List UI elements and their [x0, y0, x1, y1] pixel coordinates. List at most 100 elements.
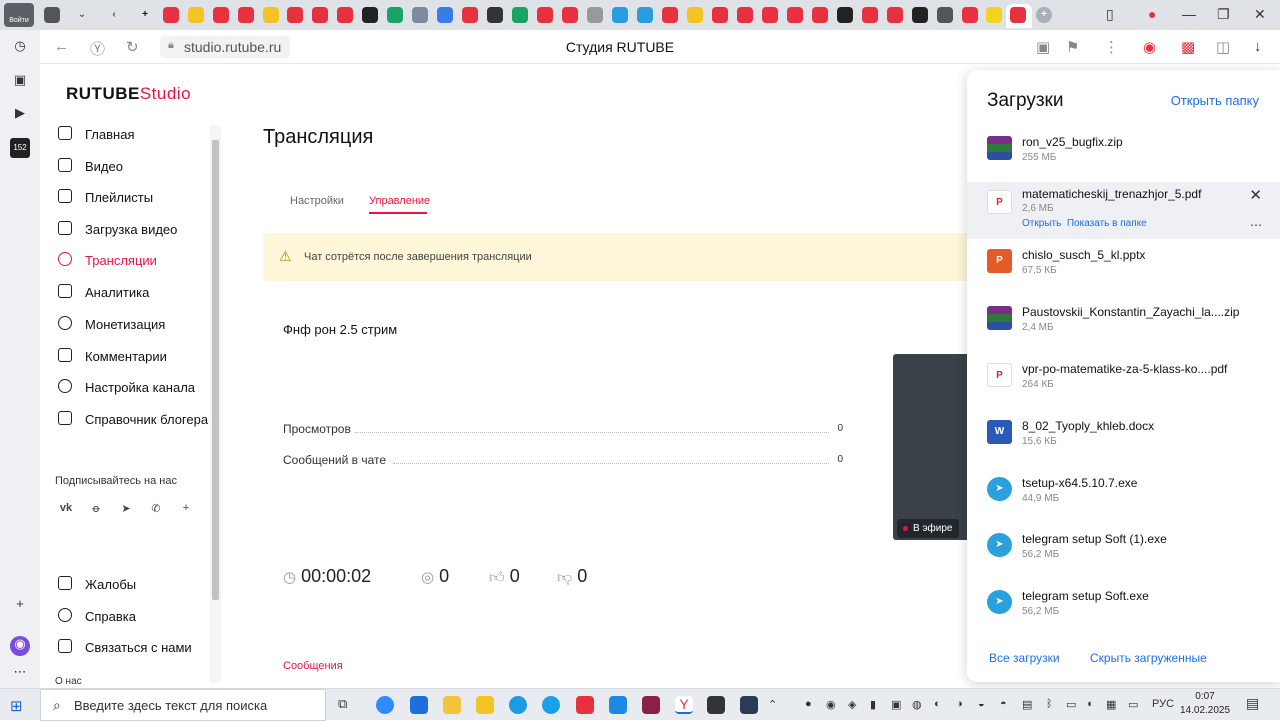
browser-tab[interactable] [238, 7, 254, 23]
tray-icon[interactable]: ◉ [826, 698, 836, 711]
browser-tab[interactable] [188, 7, 204, 23]
browser-tab[interactable] [537, 7, 553, 23]
tray-icon[interactable]: ◒ [978, 698, 985, 710]
browser-tab[interactable] [487, 7, 503, 23]
store-app-icon[interactable] [410, 696, 428, 714]
tray-icon[interactable]: ◍ [912, 698, 922, 711]
clock[interactable]: 0:07 14.02.2025 [1180, 690, 1230, 718]
sidebar-scroll-thumb[interactable] [212, 140, 219, 600]
display-icon[interactable]: ▭ [1128, 698, 1138, 711]
download-item[interactable]: W 8_02_Tyoply_khleb.docx 15,6 КБ [967, 416, 1280, 472]
download-item[interactable]: P matematicheskij_trenazhjor_5.pdf 2,6 М… [967, 182, 1280, 239]
browser-tab[interactable] [263, 7, 279, 23]
extension-off-icon[interactable]: ▩ [1181, 38, 1195, 56]
browser-tab[interactable] [412, 7, 428, 23]
odnoklassniki-icon[interactable]: ꝋ [88, 502, 104, 518]
browser-tab[interactable] [512, 7, 528, 23]
explorer-app-icon[interactable] [443, 696, 461, 714]
close-window-icon[interactable]: ✕ [1254, 6, 1266, 23]
nav-channel-settings[interactable]: Настройка канала [58, 375, 218, 399]
download-item[interactable]: P vpr-po-matematike-za-5-klass-ko....pdf… [967, 359, 1280, 415]
browser-tab[interactable] [312, 7, 328, 23]
browser-tab[interactable] [163, 7, 179, 23]
browser-tab[interactable] [937, 7, 953, 23]
browser-tab[interactable] [887, 7, 903, 23]
tabs-dropdown-icon[interactable]: ⌄ [74, 7, 90, 23]
new-tab-icon[interactable]: + [137, 7, 153, 23]
browser-tab[interactable] [213, 7, 229, 23]
app-icon[interactable] [642, 696, 660, 714]
add-panel-icon[interactable]: + [10, 596, 30, 616]
browser-tab[interactable] [787, 7, 803, 23]
download-item[interactable]: ron_v25_bugfix.zip 255 МБ [967, 132, 1280, 188]
nav-video[interactable]: Видео [58, 154, 218, 178]
volume-icon[interactable]: ◖ [1086, 698, 1093, 710]
yandex-browser-app-icon[interactable]: Y [675, 696, 693, 714]
remove-download-icon[interactable]: ✕ [1249, 186, 1262, 204]
open-folder-link[interactable]: Открыть папку [1171, 93, 1259, 108]
history-icon[interactable]: ◷ [10, 38, 30, 58]
browser-tab[interactable] [737, 7, 753, 23]
browser-tab[interactable] [762, 7, 778, 23]
download-item[interactable]: Paustovskii_Konstantin_Zayachi_la....zip… [967, 302, 1280, 358]
browser-tab[interactable] [687, 7, 703, 23]
media-icon[interactable]: ▶ [10, 105, 30, 125]
browser-tab[interactable] [862, 7, 878, 23]
browser-tab[interactable] [912, 7, 928, 23]
browser-tab[interactable] [337, 7, 353, 23]
browser-tab[interactable] [662, 7, 678, 23]
tray-icon[interactable]: ◐ [934, 698, 941, 710]
nav-home[interactable]: Главная [58, 122, 218, 146]
show-in-folder-link[interactable]: Показать в папке [1067, 218, 1147, 229]
nav-broadcasts[interactable]: Трансляции [58, 248, 218, 272]
nav-help[interactable]: Справка [58, 604, 218, 628]
notifications-icon[interactable]: ● [1148, 6, 1156, 22]
open-file-link[interactable]: Открыть [1022, 218, 1061, 229]
download-item[interactable]: ➤ telegram setup Soft (1).exe 56,2 МБ [967, 529, 1280, 585]
edge-app-icon[interactable] [509, 696, 527, 714]
new-tab-plus-icon[interactable]: + [1036, 7, 1052, 23]
bluetooth-icon[interactable]: ᛒ [1046, 698, 1053, 710]
download-item[interactable]: P chislo_susch_5_kl.pptx 67,5 КБ [967, 245, 1280, 301]
alice-icon[interactable]: ◉ [10, 636, 30, 656]
maximize-icon[interactable]: ❐ [1217, 6, 1230, 23]
nav-analytics[interactable]: Аналитика [58, 280, 218, 304]
browser-tab[interactable] [637, 7, 653, 23]
tray-icon[interactable]: ▣ [891, 698, 901, 711]
telegram-icon[interactable]: ➤ [118, 502, 134, 518]
app-icon[interactable] [476, 696, 494, 714]
browser-tab[interactable] [986, 7, 1002, 23]
windows-start-icon[interactable]: ⊞ [10, 697, 23, 715]
browser-tab[interactable] [462, 7, 478, 23]
app-icon[interactable] [707, 696, 725, 714]
nav-playlists[interactable]: Плейлисты [58, 185, 218, 209]
rutube-studio-logo[interactable]: RUTUBEStudio [66, 84, 191, 104]
extensions-icon[interactable]: ▣ [1036, 38, 1050, 56]
nav-comments[interactable]: Комментарии [58, 344, 218, 368]
browser-tab[interactable] [562, 7, 578, 23]
nav-monetization[interactable]: Монетизация [58, 312, 218, 336]
all-downloads-link[interactable]: Все загрузки [989, 651, 1060, 665]
nav-upload[interactable]: Загрузка видео [58, 217, 218, 241]
browser-tab[interactable] [387, 7, 403, 23]
action-center-icon[interactable]: ▤ [1246, 695, 1259, 712]
browser-tab[interactable] [837, 7, 853, 23]
more-panel-icon[interactable]: ⋯ [10, 664, 30, 684]
tab-settings[interactable]: Настройки [290, 195, 344, 207]
tab-management[interactable]: Управление [369, 195, 430, 207]
nav-blogger-guide[interactable]: Справочник блогера [58, 407, 218, 431]
minimize-icon[interactable]: — [1182, 6, 1196, 22]
tray-icon[interactable]: ◈ [848, 698, 856, 711]
browser-tab[interactable] [587, 7, 603, 23]
menu-icon[interactable]: ⋮ [1104, 38, 1119, 56]
mail-app-icon[interactable] [609, 696, 627, 714]
tray-icon[interactable]: ▦ [1106, 698, 1116, 711]
taskbar-search[interactable]: ⌕ Введите здесь текст для поиска [40, 689, 326, 721]
nav-complaints[interactable]: Жалобы [58, 572, 218, 596]
browser-tab[interactable] [287, 7, 303, 23]
tray-icon[interactable]: ▮ [870, 698, 876, 711]
about-link[interactable]: О нас [55, 676, 82, 687]
tray-icon[interactable]: ● [805, 698, 812, 710]
browser-tab[interactable] [962, 7, 978, 23]
viber-icon[interactable]: ✆ [148, 502, 164, 518]
